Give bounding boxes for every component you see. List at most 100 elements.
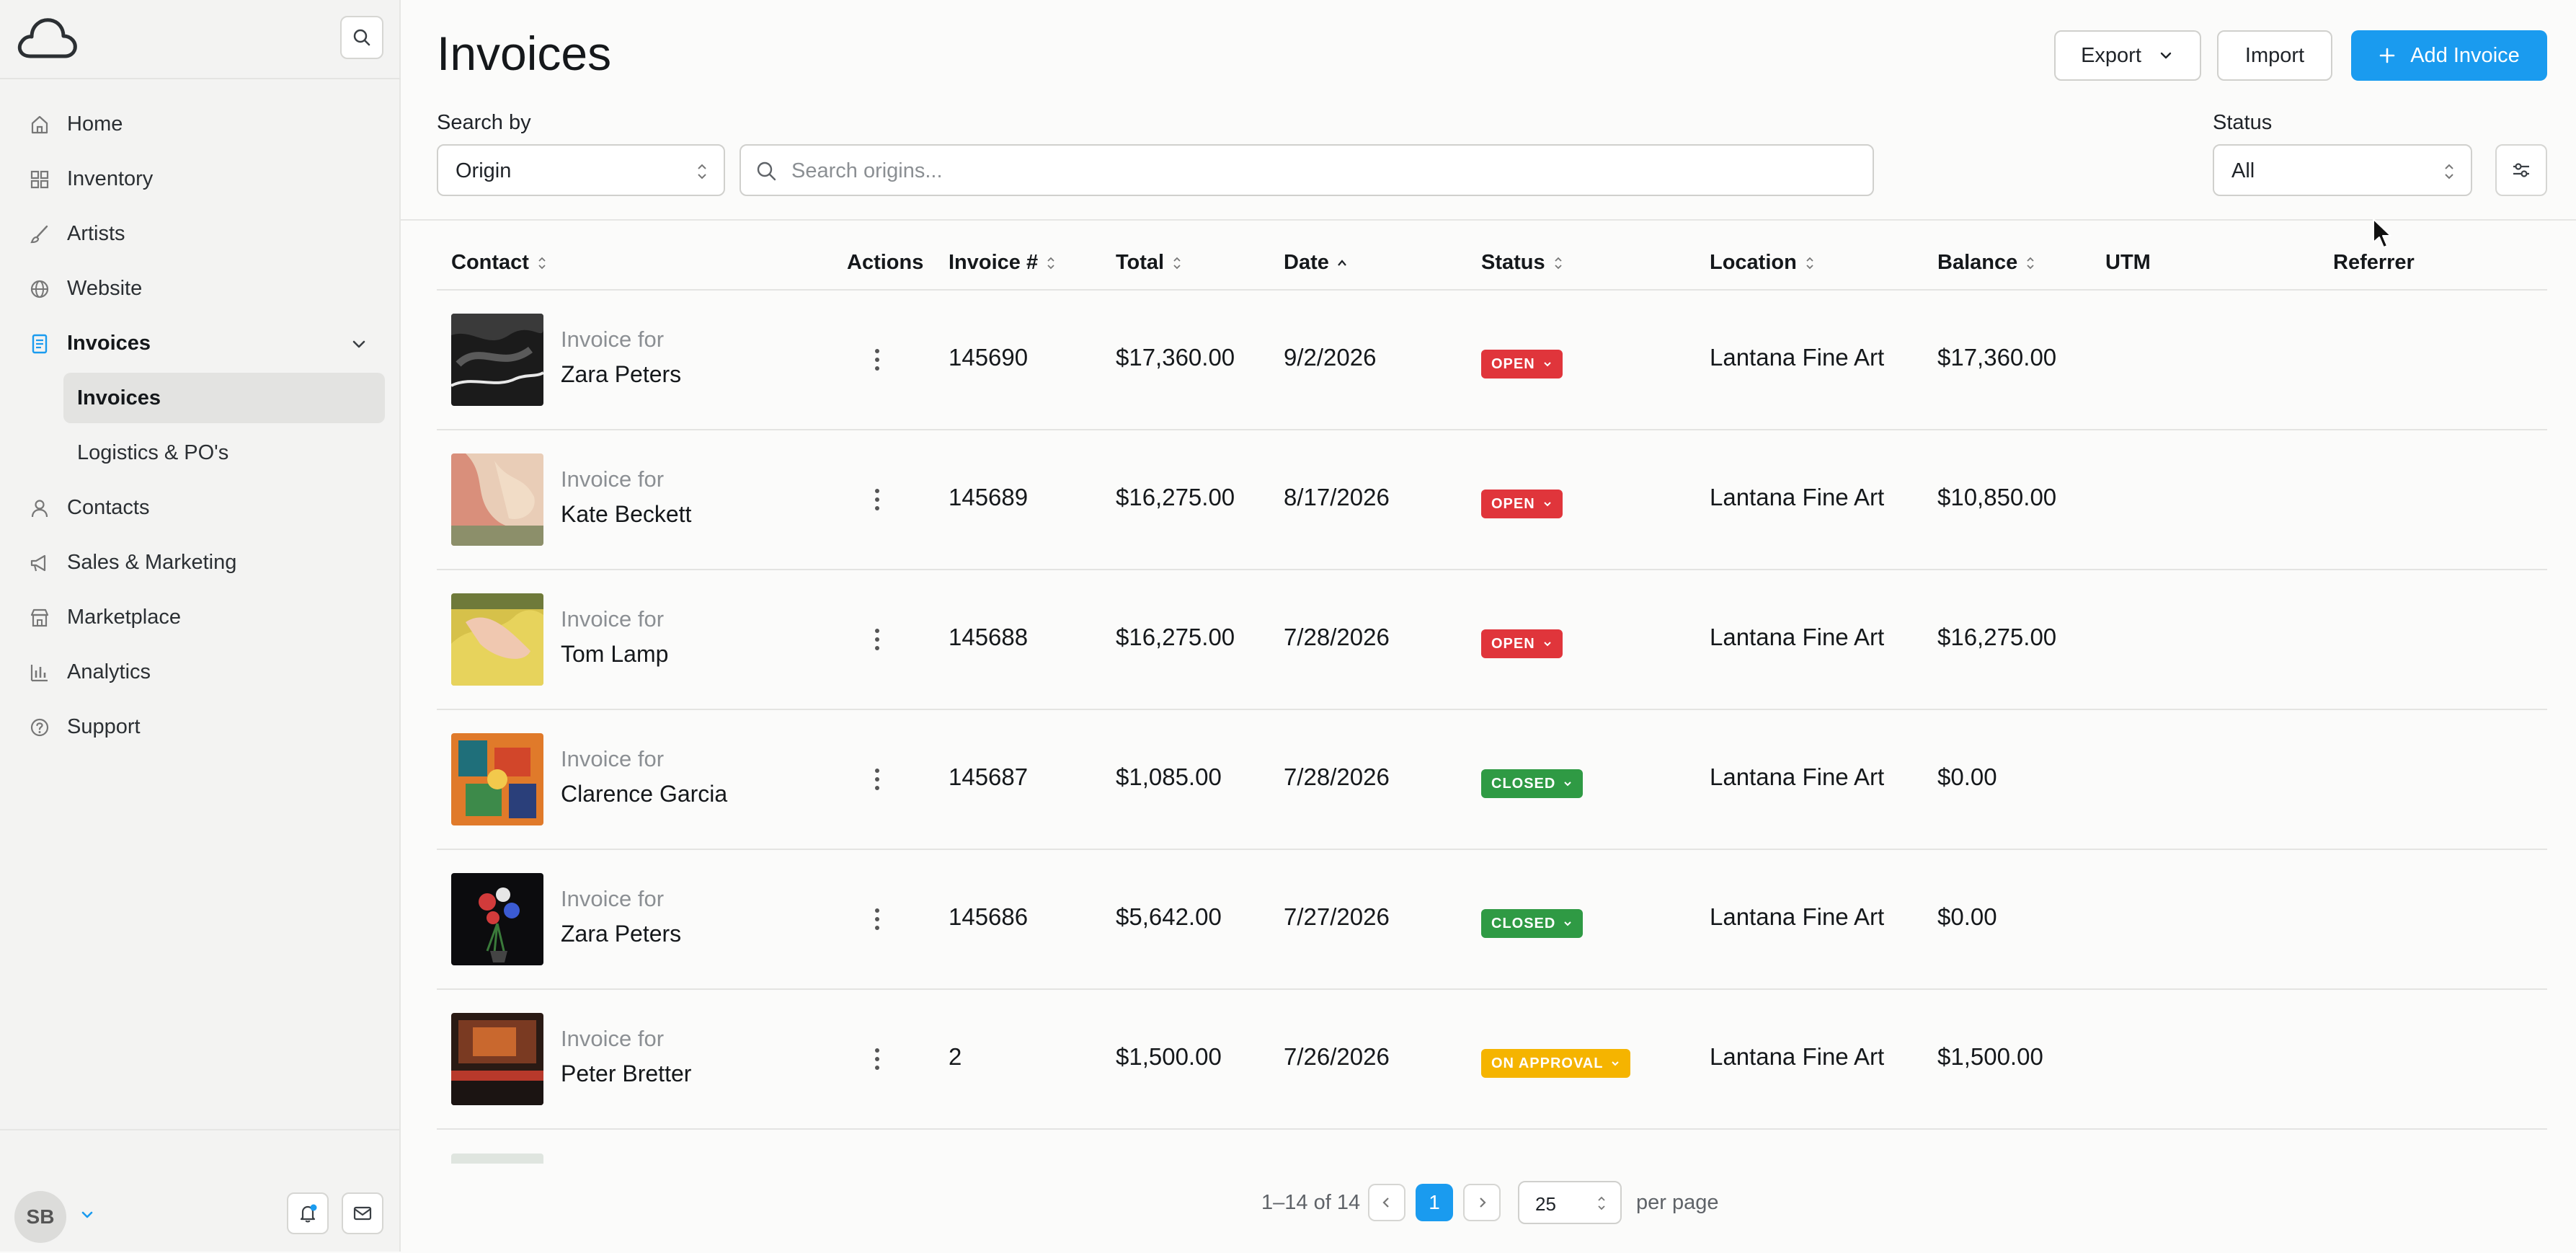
chevron-down-icon (1543, 502, 1551, 507)
sidebar-header (0, 0, 401, 79)
table-row[interactable]: Invoice for Clarence Garcia 145687 $1,08… (437, 710, 2547, 850)
sidebar-item-sales-marketing[interactable]: Sales & Marketing (0, 535, 401, 590)
status-badge[interactable]: ON APPROVAL (1481, 1049, 1631, 1078)
messages-button[interactable] (342, 1192, 383, 1234)
add-invoice-button[interactable]: Add Invoice (2351, 30, 2547, 81)
column-header-invoice[interactable]: Invoice # (949, 251, 1057, 275)
per-page-label: per page (1636, 1191, 1719, 1214)
pagination-range: 1–14 of 14 (1261, 1191, 1361, 1214)
next-page-button[interactable] (1463, 1184, 1501, 1221)
sidebar-item-invoices[interactable]: Invoices (0, 316, 401, 371)
more-vertical-icon[interactable] (872, 766, 882, 792)
column-header-status[interactable]: Status (1481, 251, 1564, 275)
more-vertical-icon[interactable] (872, 626, 882, 652)
column-header-balance[interactable]: Balance (1937, 251, 2036, 275)
invoice-number: 145688 (949, 624, 1029, 650)
column-label: Actions (847, 251, 924, 274)
status-badge[interactable]: CLOSED (1481, 769, 1584, 798)
table-row[interactable]: Invoice for Zara Peters 145690 $17,360.0… (437, 291, 2547, 430)
filter-settings-button[interactable] (2495, 144, 2547, 196)
sidebar-item-support[interactable]: Support (0, 699, 401, 754)
sidebar-search-button[interactable] (340, 16, 383, 59)
column-label: UTM (2105, 251, 2151, 274)
invoice-date: 7/28/2026 (1284, 763, 1390, 790)
previous-page-button[interactable] (1368, 1184, 1405, 1221)
help-circle-icon (30, 718, 49, 737)
sidebar-item-website[interactable]: Website (0, 261, 401, 316)
invoice-number: 2 (949, 1043, 962, 1070)
sidebar-item-home[interactable]: Home (0, 97, 401, 151)
per-page-select[interactable]: 25 (1518, 1181, 1622, 1224)
sidebar-item-inventory[interactable]: Inventory (0, 151, 401, 206)
contact-name[interactable]: Clarence Garcia (561, 781, 727, 807)
sidebar-item-artists[interactable]: Artists (0, 206, 401, 261)
avatar[interactable]: SB (14, 1191, 66, 1243)
sidebar-item-label: Inventory (67, 167, 154, 190)
invoice-date: 8/17/2026 (1284, 484, 1390, 510)
status-text: ON APPROVAL (1491, 1055, 1604, 1071)
sidebar-nav: Home Inventory Artists Website Invoices (0, 97, 401, 754)
balance: $10,850.00 (1937, 484, 2057, 510)
column-header-location[interactable]: Location (1710, 251, 1816, 275)
row-divider (437, 1128, 2547, 1130)
search-input[interactable]: Search origins... (740, 144, 1874, 196)
column-label: Location (1710, 251, 1797, 274)
sidebar-subitem-logistics[interactable]: Logistics & PO's (0, 425, 401, 480)
sidebar-item-analytics[interactable]: Analytics (0, 645, 401, 699)
invoice-total: $5,642.00 (1116, 903, 1222, 930)
column-label: Total (1116, 251, 1165, 274)
sidebar-item-label: Analytics (67, 660, 151, 683)
status-text: CLOSED (1491, 775, 1556, 792)
sidebar-item-marketplace[interactable]: Marketplace (0, 590, 401, 645)
status-badge[interactable]: OPEN (1481, 490, 1563, 518)
contact-name[interactable]: Zara Peters (561, 361, 681, 388)
artwork-thumbnail (451, 1154, 543, 1164)
status-badge[interactable]: OPEN (1481, 350, 1563, 378)
column-label: Date (1284, 251, 1329, 274)
chevron-down-icon (1612, 1061, 1620, 1066)
mouse-cursor-icon (2373, 218, 2391, 248)
artwork-thumbnail (451, 593, 543, 686)
cloud-logo-icon[interactable] (14, 14, 79, 62)
table-row[interactable]: Invoice for Zara Peters 145686 $5,642.00… (437, 850, 2547, 990)
artwork-thumbnail (451, 453, 543, 546)
status-badge[interactable]: CLOSED (1481, 909, 1584, 938)
invoice-number: 145690 (949, 344, 1029, 371)
contact-name[interactable]: Kate Beckett (561, 501, 691, 528)
sidebar-item-label: Artists (67, 221, 125, 245)
more-vertical-icon[interactable] (872, 347, 882, 373)
status-badge[interactable]: OPEN (1481, 629, 1563, 658)
sidebar-item-contacts[interactable]: Contacts (0, 480, 401, 535)
column-header-contact[interactable]: Contact (451, 251, 548, 275)
import-label: Import (2244, 43, 2305, 67)
current-page-button[interactable]: 1 (1416, 1184, 1453, 1221)
search-by-select[interactable]: Origin (437, 144, 725, 196)
table-row[interactable]: Invoice for Tom Lamp 145688 $16,275.00 7… (437, 570, 2547, 710)
more-vertical-icon[interactable] (872, 906, 882, 932)
column-header-date[interactable]: Date (1284, 251, 1348, 275)
column-header-total[interactable]: Total (1116, 251, 1183, 275)
import-button[interactable]: Import (2217, 30, 2332, 81)
table-row[interactable]: Invoice for Peter Bretter 2 $1,500.00 7/… (437, 990, 2547, 1130)
more-vertical-icon[interactable] (872, 1046, 882, 1072)
sidebar-subitem-invoices[interactable]: Invoices (0, 371, 401, 425)
sidebar-item-label: Sales & Marketing (67, 550, 237, 574)
contact-name[interactable]: Zara Peters (561, 921, 681, 947)
contact-name[interactable]: Tom Lamp (561, 641, 668, 668)
sidebar-item-label: Support (67, 714, 141, 738)
sort-icon (1047, 257, 1054, 269)
notifications-button[interactable] (287, 1192, 329, 1234)
chevron-down-icon[interactable] (349, 335, 369, 355)
export-button[interactable]: Export (2054, 30, 2201, 81)
chevron-down-icon[interactable] (78, 1205, 97, 1224)
invoice-date: 9/2/2026 (1284, 344, 1377, 371)
column-label: Referrer (2333, 251, 2415, 274)
main-content: Invoices Export Import Add Invoice Searc… (401, 0, 2576, 1252)
store-icon (30, 608, 49, 627)
status-filter-select[interactable]: All (2213, 144, 2472, 196)
more-vertical-icon[interactable] (872, 487, 882, 513)
contact-name[interactable]: Peter Bretter (561, 1061, 691, 1087)
column-label: Contact (451, 251, 529, 274)
table-row[interactable]: Invoice for Kate Beckett 145689 $16,275.… (437, 430, 2547, 570)
brush-icon (30, 225, 48, 244)
